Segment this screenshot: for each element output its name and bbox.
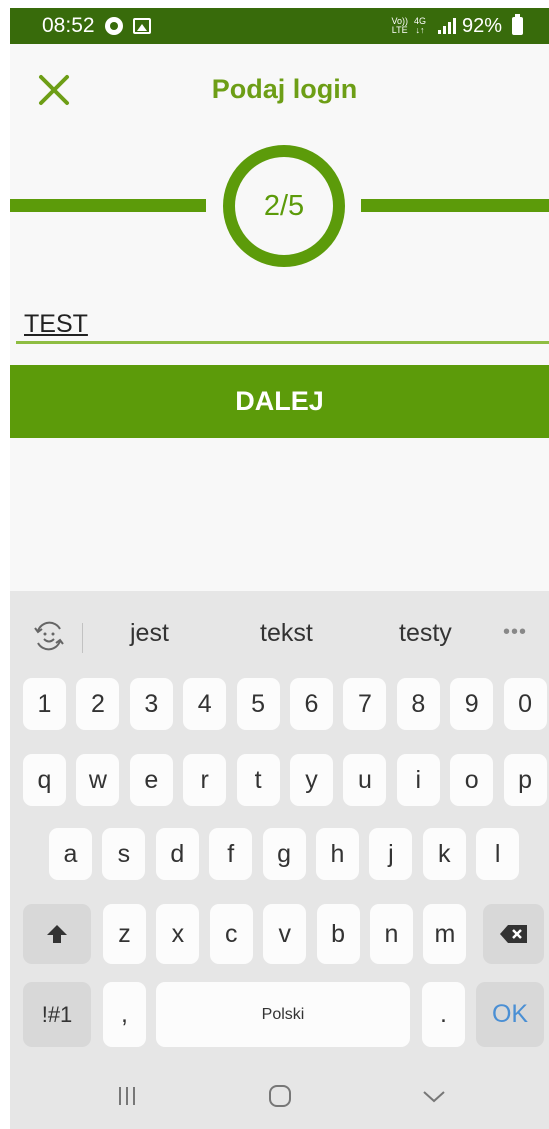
key-c[interactable]: c bbox=[209, 904, 253, 964]
home-icon[interactable] bbox=[267, 1083, 293, 1109]
key-u[interactable]: u bbox=[343, 754, 387, 806]
key-v[interactable]: v bbox=[263, 904, 307, 964]
gallery-icon bbox=[132, 18, 151, 34]
key-r[interactable]: r bbox=[183, 754, 227, 806]
key-y[interactable]: y bbox=[290, 754, 333, 806]
progress-line-left bbox=[10, 199, 206, 212]
key-d[interactable]: d bbox=[155, 828, 199, 880]
key-ok[interactable]: OK bbox=[476, 982, 544, 1047]
back-chevron-icon[interactable] bbox=[421, 1083, 447, 1109]
login-screen: 08:52 Vo)) LTE 4G ↓↑ 92% Podaj login 2/5… bbox=[10, 8, 549, 1129]
status-bar: 08:52 Vo)) LTE 4G ↓↑ 92% bbox=[10, 8, 549, 44]
shift-key[interactable] bbox=[23, 904, 91, 964]
nav-bar bbox=[10, 1063, 549, 1129]
key-space[interactable]: Polski bbox=[156, 982, 410, 1047]
suggestion-bar: jest tekst testy ••• bbox=[10, 591, 549, 677]
backspace-icon bbox=[499, 925, 527, 943]
page-title: Podaj login bbox=[211, 74, 358, 104]
recent-apps-icon[interactable] bbox=[114, 1083, 140, 1109]
suggestion-1[interactable]: jest bbox=[130, 619, 169, 648]
key-0[interactable]: 0 bbox=[503, 678, 547, 730]
key-x[interactable]: x bbox=[156, 904, 200, 964]
battery-icon bbox=[512, 14, 523, 35]
suggestion-3[interactable]: testy bbox=[399, 619, 452, 648]
more-options-icon[interactable]: ••• bbox=[503, 621, 527, 644]
status-right: Vo)) LTE 4G ↓↑ 92% bbox=[391, 14, 523, 38]
key-2[interactable]: 2 bbox=[76, 678, 120, 730]
key-s[interactable]: s bbox=[102, 828, 146, 880]
key-4[interactable]: 4 bbox=[183, 678, 227, 730]
key-b[interactable]: b bbox=[316, 904, 360, 964]
keyboard: jest tekst testy ••• 1234567890 qwertyuio… bbox=[10, 591, 549, 1129]
key-t[interactable]: t bbox=[236, 754, 280, 806]
suggestion-2[interactable]: tekst bbox=[260, 619, 313, 648]
step-label: 2/5 bbox=[263, 189, 305, 222]
key-w[interactable]: w bbox=[76, 754, 120, 806]
login-input-value: TEST bbox=[24, 310, 88, 338]
key-p[interactable]: p bbox=[503, 754, 547, 806]
step-indicator: 2/5 bbox=[223, 145, 345, 267]
shift-icon bbox=[47, 925, 67, 943]
key-5[interactable]: 5 bbox=[236, 678, 280, 730]
volte-indicator: Vo)) LTE bbox=[391, 16, 408, 35]
key-q[interactable]: q bbox=[23, 754, 66, 806]
data-indicator: 4G ↓↑ bbox=[413, 16, 426, 35]
key-m[interactable]: m bbox=[423, 904, 467, 964]
key-k[interactable]: k bbox=[422, 828, 466, 880]
chrome-icon bbox=[104, 17, 123, 35]
key-1[interactable]: 1 bbox=[23, 678, 66, 730]
key-h[interactable]: h bbox=[316, 828, 359, 880]
key-period[interactable]: . bbox=[422, 982, 465, 1047]
key-n[interactable]: n bbox=[370, 904, 413, 964]
key-z[interactable]: z bbox=[103, 904, 146, 964]
key-l[interactable]: l bbox=[476, 828, 520, 880]
battery-percent: 92% bbox=[461, 14, 502, 37]
login-input[interactable]: TEST bbox=[16, 304, 549, 344]
key-e[interactable]: e bbox=[129, 754, 173, 806]
key-6[interactable]: 6 bbox=[290, 678, 333, 730]
progress-line-right bbox=[361, 199, 549, 212]
key-o[interactable]: o bbox=[450, 754, 494, 806]
emoji-refresh-icon[interactable] bbox=[32, 619, 66, 653]
key-g[interactable]: g bbox=[262, 828, 306, 880]
suggestion-divider bbox=[82, 623, 83, 653]
key-8[interactable]: 8 bbox=[396, 678, 440, 730]
key-j[interactable]: j bbox=[369, 828, 413, 880]
backspace-key[interactable] bbox=[483, 904, 544, 964]
key-9[interactable]: 9 bbox=[450, 678, 494, 730]
key-7[interactable]: 7 bbox=[343, 678, 387, 730]
key-comma[interactable]: , bbox=[103, 982, 146, 1047]
key-3[interactable]: 3 bbox=[129, 678, 173, 730]
status-time: 08:52 bbox=[42, 14, 95, 37]
key-a[interactable]: a bbox=[49, 828, 92, 880]
key-symbols[interactable]: !#1 bbox=[23, 982, 91, 1047]
next-button[interactable]: DALEJ bbox=[10, 365, 549, 438]
signal-icon bbox=[437, 18, 456, 34]
key-f[interactable]: f bbox=[209, 828, 253, 880]
key-i[interactable]: i bbox=[396, 754, 440, 806]
